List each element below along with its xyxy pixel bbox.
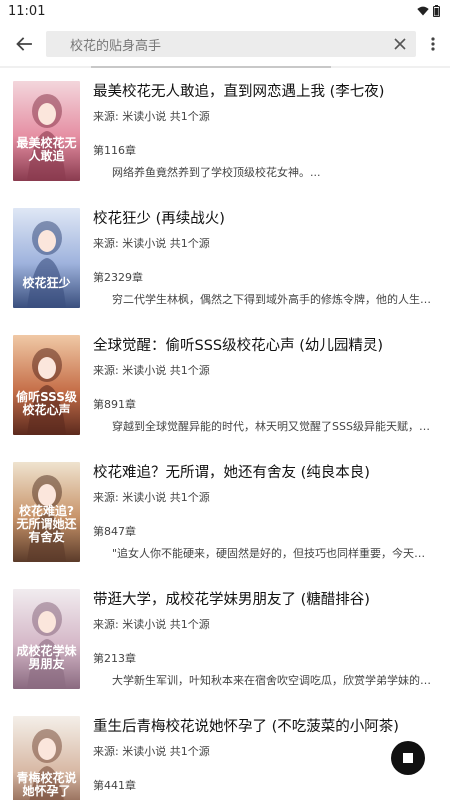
cover-illustration (13, 208, 80, 308)
book-title: 校花难追？无所谓，她还有舍友 (纯良本良) (93, 465, 370, 481)
more-vertical-icon (431, 37, 435, 51)
book-latest-chapter: 第2329章 (93, 271, 143, 284)
search-box[interactable] (46, 31, 416, 57)
wifi-icon (417, 6, 429, 16)
book-latest-chapter: 第891章 (93, 398, 136, 411)
book-latest-chapter: 第116章 (93, 144, 136, 157)
book-source: 来源: 米读小说 共1个源 (93, 364, 210, 377)
search-input[interactable] (70, 36, 390, 52)
book-cover: 最美校花无人敢追 (13, 81, 80, 181)
book-list: 最美校花无人敢追 最美校花无人敢追，直到网恋遇上我 (李七夜) 来源: 米读小说 共… (0, 68, 450, 800)
battery-icon (433, 5, 440, 17)
cover-title: 偷听SSS级校花心声 (16, 390, 77, 417)
stop-search-button[interactable] (391, 741, 425, 775)
book-latest-chapter: 第847章 (93, 525, 136, 538)
book-source: 来源: 米读小说 共1个源 (93, 491, 210, 504)
cover-title: 成校花学妹男朋友 (16, 644, 77, 671)
cover-illustration (13, 589, 80, 689)
book-list-item[interactable]: 偷听SSS级校花心声 全球觉醒：偷听SSS级校花心声 (幼儿园精灵) 来源: 米读小… (0, 322, 450, 449)
book-description: 穿越到全球觉醒异能的时代，林天明又觉醒了SSS级异能天赋，本以为... (112, 420, 432, 433)
book-title: 全球觉醒：偷听SSS级校花心声 (幼儿园精灵) (93, 338, 384, 354)
book-source: 来源: 米读小说 共1个源 (93, 110, 210, 123)
cover-illustration (13, 81, 80, 181)
clear-search-button[interactable] (390, 34, 410, 54)
book-list-item[interactable]: 校花难追?无所谓她还有舍友 校花难追？无所谓，她还有舍友 (纯良本良) 来源: 米读… (0, 449, 450, 576)
book-source: 来源: 米读小说 共1个源 (93, 618, 210, 631)
book-source: 来源: 米读小说 共1个源 (93, 237, 210, 250)
search-results-screen: 11:01 校花的贴身高手 最美校花无人敢追 最美校花无人敢追，直到网恋遇上我 … (0, 0, 450, 800)
back-button[interactable] (12, 32, 36, 56)
book-title: 重生后青梅校花说她怀孕了 (不吃菠菜的小阿茶) (93, 719, 399, 735)
book-latest-chapter: 第213章 (93, 652, 136, 665)
book-description: 网络养鱼竟然养到了学校顶级校花女神。... (112, 166, 321, 179)
book-list-item[interactable]: 青梅校花说她怀孕了 重生后青梅校花说她怀孕了 (不吃菠菜的小阿茶) 来源: 米读小说… (0, 703, 450, 800)
status-time: 11:01 (8, 3, 46, 19)
book-description: "追女人你不能硬来，硬固然是好的，但技巧也同样重要，今天我们就来... (112, 547, 432, 560)
book-latest-chapter: 第441章 (93, 779, 136, 792)
book-cover: 青梅校花说她怀孕了 (13, 716, 80, 800)
stop-icon (403, 753, 413, 763)
book-list-item[interactable]: 成校花学妹男朋友 带逛大学，成校花学妹男朋友了 (糖醋排谷) 来源: 米读小说 共1… (0, 576, 450, 703)
cover-illustration (13, 335, 80, 435)
book-description: 穷二代学生林枫，偶然之下得到域外高手的修炼令牌，他的人生轨迹因... (112, 293, 432, 306)
book-title: 校花狂少 (再续战火) (93, 211, 225, 227)
book-title: 最美校花无人敢追，直到网恋遇上我 (李七夜) (93, 84, 385, 100)
book-cover: 成校花学妹男朋友 (13, 589, 80, 689)
book-description: 大学新生军训，叶知秋本来在宿舍吹空调吃瓜，欣赏学弟学妹的军姿，... (112, 674, 432, 687)
book-title: 带逛大学，成校花学妹男朋友了 (糖醋排谷) (93, 592, 370, 608)
cover-title: 校花难追?无所谓她还有舍友 (16, 504, 77, 544)
cover-title: 最美校花无人敢追 (16, 136, 77, 163)
book-list-item[interactable]: 最美校花无人敢追 最美校花无人敢追，直到网恋遇上我 (李七夜) 来源: 米读小说 共… (0, 68, 450, 195)
status-icons (417, 5, 440, 17)
cover-title: 校花狂少 (22, 276, 71, 290)
close-icon (394, 38, 406, 50)
book-cover: 校花难追?无所谓她还有舍友 (13, 462, 80, 562)
book-cover: 校花狂少 (13, 208, 80, 308)
more-options-button[interactable] (422, 31, 444, 57)
book-source: 来源: 米读小说 共1个源 (93, 745, 210, 758)
arrow-left-icon (16, 37, 32, 51)
status-bar: 11:01 (0, 0, 450, 22)
cover-title: 青梅校花说她怀孕了 (16, 771, 77, 798)
book-list-item[interactable]: 校花狂少 校花狂少 (再续战火) 来源: 米读小说 共1个源 第2329章穷二代学生林… (0, 195, 450, 322)
book-cover: 偷听SSS级校花心声 (13, 335, 80, 435)
search-bar (0, 22, 450, 66)
